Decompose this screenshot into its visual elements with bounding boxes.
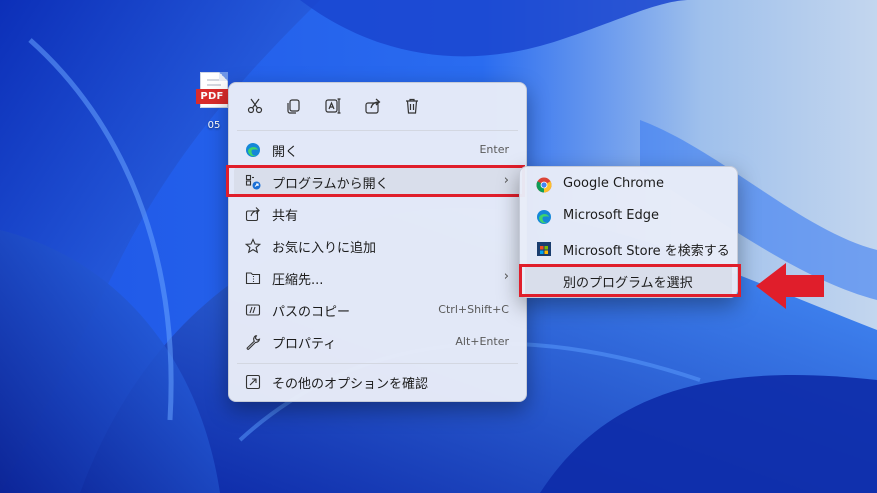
menu-item-label: お気に入りに追加 xyxy=(272,241,377,256)
star-icon xyxy=(245,238,261,254)
chevron-right-icon: › xyxy=(503,173,509,188)
edge-icon xyxy=(536,209,552,225)
submenu-item-google-chrome[interactable]: Google Chrome xyxy=(525,170,732,200)
menu-separator xyxy=(237,363,518,364)
left-arrow-annotation xyxy=(756,263,824,309)
menu-item-add-favorite[interactable]: お気に入りに追加 xyxy=(234,231,521,261)
menu-item-label: パスのコピー xyxy=(272,305,351,320)
menu-item-copy-path[interactable]: パスのコピー Ctrl+Shift+C xyxy=(234,295,521,325)
open-with-submenu: Google Chrome Microsoft Edge Microsoft S… xyxy=(519,166,738,298)
edge-icon xyxy=(245,142,261,158)
menu-item-compress[interactable]: 圧縮先... › xyxy=(234,263,521,293)
shortcut-text: Enter xyxy=(479,143,509,156)
zip-icon xyxy=(245,270,261,286)
submenu-item-label: Microsoft Edge xyxy=(563,208,660,223)
submenu-item-label: Google Chrome xyxy=(563,176,664,191)
menu-item-label: プロパティ xyxy=(272,337,337,352)
wrench-icon xyxy=(245,334,261,350)
submenu-item-label: Microsoft Store を検索する xyxy=(563,244,730,259)
menu-item-share[interactable]: 共有 xyxy=(234,199,521,229)
delete-icon[interactable] xyxy=(400,94,424,118)
menu-item-more-options[interactable]: その他のオプションを確認 xyxy=(234,367,521,397)
copy-icon[interactable] xyxy=(281,94,305,118)
menu-item-label: その他のオプションを確認 xyxy=(272,377,429,392)
menu-item-open[interactable]: 開く Enter xyxy=(234,135,521,165)
shortcut-text: Alt+Enter xyxy=(455,335,509,348)
chevron-right-icon: › xyxy=(503,269,509,284)
submenu-item-choose-another-app[interactable]: 別のプログラムを選択 xyxy=(525,266,732,296)
menu-separator xyxy=(237,130,518,131)
context-menu: 開く Enter プログラムから開く › 共有 お気に入りに追加 圧縮先... … xyxy=(228,82,527,402)
shortcut-text: Ctrl+Shift+C xyxy=(438,303,509,316)
path-icon xyxy=(245,302,261,318)
desktop: PDF 05 開く Enter プログラムから開く › 共有 お気に入りに追加 … xyxy=(0,0,877,493)
submenu-item-label: 別のプログラムを選択 xyxy=(563,276,693,291)
store-icon xyxy=(536,241,552,257)
submenu-item-store-search[interactable]: Microsoft Store を検索する xyxy=(525,234,732,264)
menu-item-label: 開く xyxy=(272,145,299,160)
submenu-item-microsoft-edge[interactable]: Microsoft Edge xyxy=(525,202,732,232)
more-options-icon xyxy=(245,374,261,390)
share-icon[interactable] xyxy=(361,94,385,118)
menu-item-label: 圧縮先... xyxy=(272,273,324,288)
rename-icon[interactable] xyxy=(321,94,345,118)
share-icon xyxy=(245,206,261,222)
chrome-icon xyxy=(536,177,552,193)
cut-icon[interactable] xyxy=(243,94,267,118)
menu-item-label: 共有 xyxy=(272,209,299,224)
open-with-icon xyxy=(245,174,261,190)
menu-item-label: プログラムから開く xyxy=(272,177,389,192)
file-name-label: 05 xyxy=(207,120,221,131)
menu-item-properties[interactable]: プロパティ Alt+Enter xyxy=(234,327,521,357)
menu-item-open-with[interactable]: プログラムから開く › xyxy=(234,167,521,197)
context-menu-toolbar xyxy=(229,83,526,129)
pdf-badge: PDF xyxy=(196,89,228,104)
